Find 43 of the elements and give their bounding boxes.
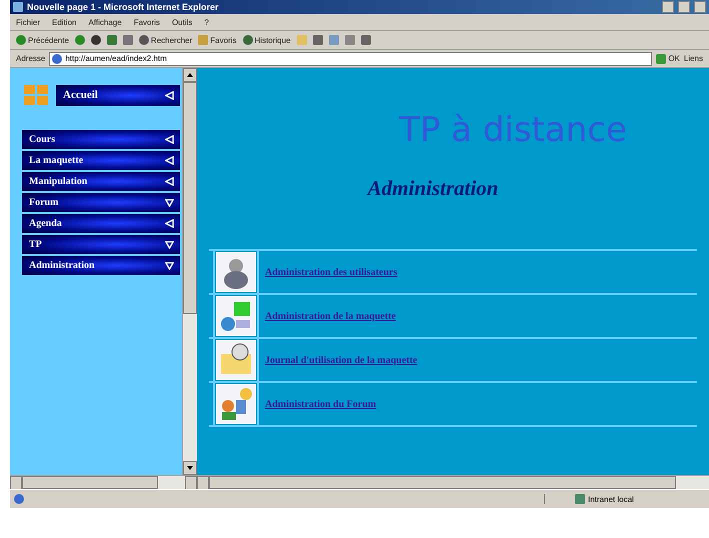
nav-item[interactable]: Administration (22, 256, 180, 275)
nav-item[interactable]: TP (22, 235, 180, 254)
scrollbar[interactable] (182, 68, 197, 475)
menu-item[interactable]: Fichier (16, 18, 40, 26)
scrollbar[interactable] (197, 475, 709, 489)
address-label: Adresse (16, 54, 46, 63)
toolbar-button[interactable]: Rechercher (138, 35, 192, 45)
down-arrow-icon (187, 466, 193, 470)
admin-link[interactable]: Administration de la maquette (265, 310, 396, 322)
nav-item[interactable]: Cours (22, 130, 180, 149)
address-field[interactable]: http://aumen/ead/index2.htm (49, 52, 652, 66)
close-button[interactable] (694, 1, 706, 13)
nav-item[interactable]: Manipulation (22, 172, 180, 191)
admin-link[interactable]: Administration des utilisateurs (265, 266, 398, 278)
menu-item[interactable]: Edition (52, 18, 76, 26)
menu-item[interactable]: Affichage (88, 18, 122, 26)
toolbar-button[interactable]: Historique (242, 35, 291, 45)
menu-item[interactable]: Favoris (134, 18, 160, 26)
links-button[interactable]: Liens (684, 54, 703, 63)
window-title: Nouvelle page 1 - Microsoft Internet Explorer (27, 2, 219, 12)
toolbar-button[interactable]: Précédente (16, 35, 69, 45)
scrollbar[interactable] (10, 475, 197, 489)
up-arrow-icon (187, 73, 193, 77)
menu-item[interactable]: ? (204, 18, 209, 26)
people-icon (216, 384, 256, 424)
menu-item[interactable]: Outils (172, 18, 192, 26)
go-button[interactable]: OK (656, 54, 680, 64)
folder-icon (216, 340, 256, 380)
admin-link[interactable]: Journal d'utilisation de la maquette (265, 354, 418, 366)
admin-link[interactable]: Administration du Forum (265, 398, 376, 410)
zone-label: Intranet local (588, 494, 634, 504)
nav-item[interactable]: Accueil (56, 84, 180, 106)
nav-item[interactable]: Forum (22, 193, 180, 212)
maximize-button[interactable] (678, 1, 690, 13)
page-heading: Administration (368, 176, 498, 201)
person-icon (216, 252, 256, 292)
monitor-icon (216, 296, 256, 336)
toolbar-button[interactable]: Favoris (198, 35, 237, 45)
nav-item[interactable]: La maquette (22, 151, 180, 170)
nav-item[interactable]: Agenda (22, 214, 180, 233)
browser-icon (13, 2, 23, 12)
site-title: TP à distance (399, 110, 627, 150)
minimize-button[interactable] (662, 1, 674, 13)
